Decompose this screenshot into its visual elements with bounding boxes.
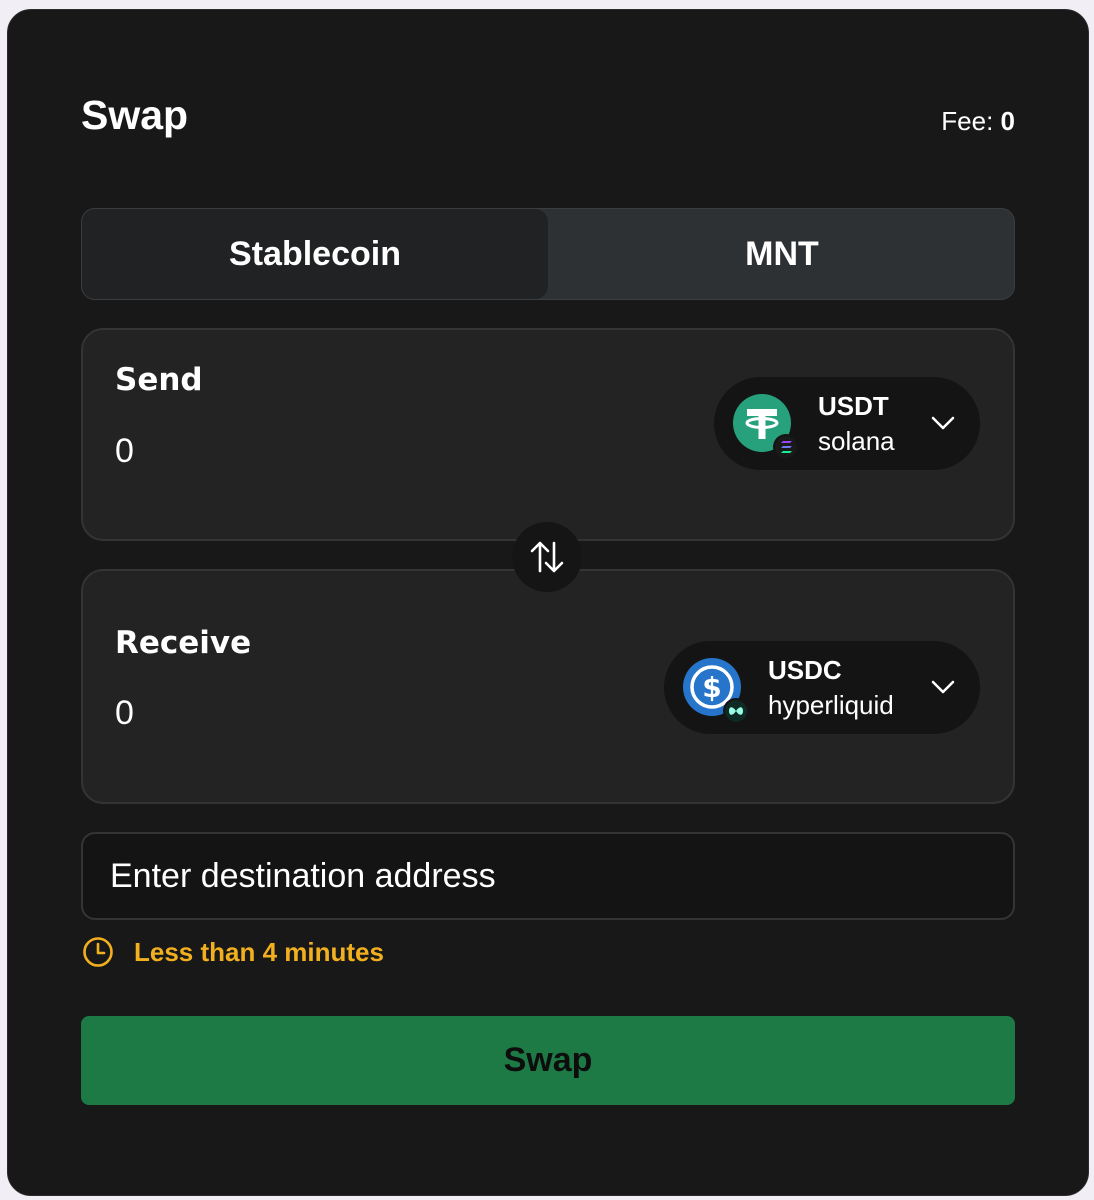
send-token-chain: solana [818,426,895,456]
page-title: Swap [81,92,189,138]
svg-text:$: $ [702,671,721,704]
send-label: Send [115,362,203,398]
fee-label: Fee: [941,106,994,136]
send-token-selector[interactable]: USDT solana [714,377,980,470]
chevron-down-icon [930,677,956,697]
swap-direction-button[interactable] [512,522,582,592]
tab-mnt[interactable]: MNT [548,209,1014,299]
eta-indicator: Less than 4 minutes [82,936,384,968]
asset-tabs: Stablecoin MNT [81,208,1015,300]
eta-text: Less than 4 minutes [134,937,384,967]
swap-arrows-icon [530,541,564,573]
tether-icon [733,394,799,460]
send-amount-input[interactable]: 0 [115,431,415,471]
send-token-symbol: USDT [818,391,889,421]
receive-token-selector[interactable]: $ USDC hyperliquid [664,641,980,734]
chevron-down-icon [930,413,956,433]
fee-display: Fee: 0 [941,106,1015,136]
fee-value: 0 [1000,106,1015,136]
destination-address-input[interactable] [81,832,1015,920]
hyperliquid-icon [723,698,749,724]
solana-icon [773,434,799,460]
receive-token-symbol: USDC [768,655,842,685]
clock-icon [83,937,113,967]
swap-button[interactable]: Swap [81,1016,1015,1105]
receive-token-chain: hyperliquid [768,690,894,720]
receive-amount-output: 0 [115,694,134,732]
receive-label: Receive [115,625,252,661]
tab-stablecoin[interactable]: Stablecoin [82,209,548,299]
receive-panel: Receive 0 $ USDC hyperliquid [81,569,1015,804]
usdc-icon: $ [683,658,749,724]
send-panel: Send 0 USDT solana [81,328,1015,541]
